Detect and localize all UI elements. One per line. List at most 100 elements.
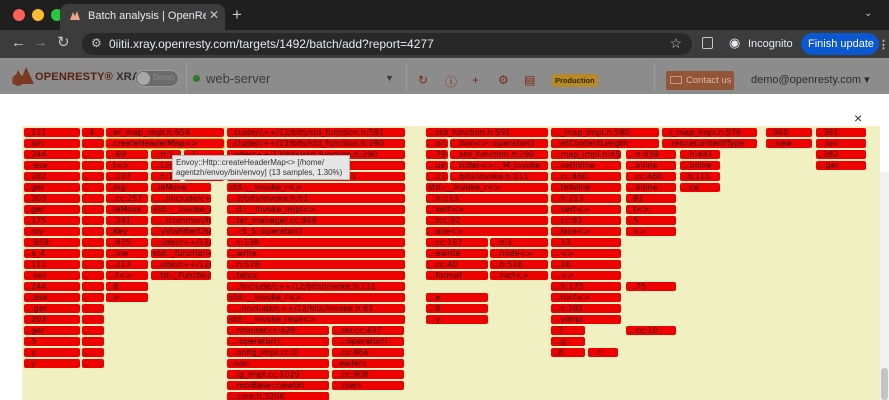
window-close-button[interactable] bbox=[13, 9, 25, 21]
finish-update-button[interactable]: Finish update ⋮ bbox=[801, 33, 889, 55]
flame-frame[interactable]: ..eaders bbox=[332, 359, 404, 368]
flame-frame[interactable]: .. bbox=[82, 172, 104, 181]
back-icon[interactable]: ← bbox=[11, 34, 26, 51]
flame-frame[interactable]: ...241 bbox=[106, 216, 148, 225]
flame-frame[interactable]: ...c:102 bbox=[551, 304, 621, 313]
flame-frame[interactable]: ...core.h:3206 bbox=[227, 392, 329, 400]
flame-frame[interactable]: ...Inline bbox=[626, 183, 676, 192]
flame-frame[interactable]: ...ruct<> bbox=[490, 271, 548, 280]
flame-frame[interactable]: ...107 bbox=[106, 172, 148, 181]
flame-frame[interactable]: std::__invoke_r<> bbox=[227, 293, 405, 302]
window-minimize-button[interactable] bbox=[32, 9, 44, 21]
user-menu[interactable]: demo@openresty.com ▾ bbox=[751, 73, 870, 86]
flame-frame[interactable]: ..282 bbox=[816, 150, 866, 159]
flame-frame[interactable]: ...g bbox=[551, 337, 585, 346]
flame-frame[interactable]: ..244 bbox=[24, 150, 80, 159]
flame-frame[interactable]: ...cc:40 bbox=[426, 260, 488, 269]
flame-frame[interactable]: ...c:138 bbox=[227, 238, 405, 247]
flame-frame[interactable]: .. bbox=[82, 348, 104, 357]
flame-frame[interactable]: ...ter.cc:437 bbox=[332, 326, 404, 335]
flame-frame[interactable]: ...tcc:92 bbox=[426, 216, 548, 225]
flame-frame[interactable]: ...renceContentType bbox=[662, 139, 757, 148]
flame-frame[interactable]: ..203 bbox=[24, 194, 80, 203]
flame-frame[interactable]: ...r/router.cc:428 bbox=[227, 326, 329, 335]
bookmark-star-icon[interactable]: ☆ bbox=[669, 35, 682, 52]
flame-frame[interactable]: ...16 bbox=[551, 260, 621, 269]
side-panel-icon[interactable] bbox=[702, 37, 713, 49]
flame-frame[interactable]: ..../include/c++/12/bits/invoke.h:111 bbox=[227, 282, 405, 291]
flame-frame[interactable]: ...cc:92 bbox=[551, 216, 621, 225]
flame-frame[interactable]: ...../include/c++/12/bits/invoke.h:61 bbox=[227, 304, 405, 313]
tab-search-chevron-icon[interactable]: ⌄ bbox=[864, 8, 872, 19]
modal-scrollbar[interactable] bbox=[880, 172, 889, 400]
flame-frame[interactable]: .. bbox=[82, 260, 104, 269]
flame-frame[interactable]: ...setInline bbox=[551, 161, 621, 170]
flame-frame[interactable]: ..roy bbox=[24, 227, 80, 236]
flame-frame[interactable]: ...lace<> bbox=[551, 227, 621, 236]
flame-frame[interactable]: ..h:111 bbox=[680, 172, 720, 181]
flame-frame[interactable]: ...h:439 bbox=[626, 150, 676, 159]
contact-us-button[interactable]: Contact us bbox=[666, 71, 734, 90]
flame-frame[interactable]: ..Key bbox=[106, 227, 148, 236]
flame-frame[interactable]: ...rsers bbox=[332, 381, 404, 390]
flame-frame[interactable]: ...h:1 bbox=[490, 238, 548, 247]
flame-frame[interactable]: ..y bbox=[24, 348, 80, 357]
info-icon[interactable]: ⓘ bbox=[445, 73, 457, 90]
flame-frame[interactable]: ...475 bbox=[106, 238, 148, 247]
flame-frame[interactable]: ...h:516 bbox=[490, 260, 548, 269]
flame-frame[interactable]: ...etContentLength bbox=[551, 139, 659, 148]
flame-frame[interactable]: ...sert<> bbox=[426, 205, 548, 214]
flame-frame[interactable]: ...std_function.h:591 bbox=[426, 128, 548, 137]
flame-frame[interactable]: ..282 bbox=[24, 172, 80, 181]
flame-frame[interactable]: ..7 bbox=[551, 326, 585, 335]
flame-frame[interactable]: ..ger bbox=[24, 205, 80, 214]
new-tab-icon[interactable]: + bbox=[232, 5, 242, 25]
flame-frame[interactable]: ...cc:864 bbox=[332, 348, 404, 357]
tab-close-icon[interactable]: ✕ bbox=[209, 8, 219, 22]
flame-frame[interactable]: ..111 bbox=[24, 260, 80, 269]
flame-frame[interactable]: ...::$_5::operator() bbox=[227, 227, 405, 236]
flame-frame[interactable]: ..5 bbox=[626, 216, 676, 225]
flame-frame[interactable]: std::__invoke_impl<> bbox=[151, 205, 211, 214]
flame-frame[interactable]: .. bbox=[82, 194, 104, 203]
flame-frame[interactable]: .. bbox=[82, 315, 104, 324]
flame-frame[interactable]: ...cc:257 bbox=[106, 194, 148, 203]
flame-frame[interactable]: .. bbox=[82, 359, 104, 368]
flame-frame[interactable]: ...2/bits/invoke.h:61 bbox=[227, 194, 405, 203]
demo-toggle[interactable]: Demo bbox=[135, 70, 179, 87]
browser-menu-icon[interactable]: ⋮ bbox=[878, 38, 889, 51]
flame-frame[interactable]: .. bbox=[82, 205, 104, 214]
add-icon[interactable]: + bbox=[472, 73, 479, 87]
flame-frame[interactable]: ...Inline bbox=[626, 161, 676, 170]
flame-frame[interactable]: ...on bbox=[426, 139, 448, 148]
flame-frame[interactable]: ..$_4 bbox=[24, 249, 80, 258]
flame-frame[interactable]: ...ude/c++/12/bits/std_function.h:591 bbox=[151, 238, 211, 247]
flame-frame[interactable]: ..175 bbox=[24, 216, 80, 225]
flame-frame[interactable]: ...h:213 bbox=[551, 194, 621, 203]
flame-frame[interactable]: ...sert<> bbox=[551, 205, 621, 214]
flame-frame[interactable]: ...cc:460 bbox=[551, 172, 621, 181]
flame-frame[interactable]: ..ger bbox=[24, 183, 80, 192]
flame-frame[interactable]: ...69 bbox=[106, 150, 148, 159]
flame-frame[interactable]: .. bbox=[82, 238, 104, 247]
flame-frame[interactable]: ..er_map_impl.h:654 bbox=[106, 128, 224, 137]
flame-frame[interactable]: ..8 bbox=[106, 282, 148, 291]
flame-frame[interactable]: ..4 bbox=[82, 128, 104, 137]
flame-frame[interactable]: ...y bbox=[426, 315, 488, 324]
flame-frame[interactable]: ...:operator() bbox=[227, 337, 329, 346]
flame-frame[interactable]: ..non bbox=[227, 359, 329, 368]
flame-frame[interactable]: ..ing bbox=[106, 183, 148, 192]
address-bar[interactable]: ⚙ 0iitii.xray.openresty.com/targets/1492… bbox=[82, 33, 692, 55]
flame-frame[interactable]: ...tatus bbox=[227, 271, 405, 280]
flame-frame[interactable]: ..iaMove bbox=[106, 205, 148, 214]
flame-frame[interactable]: .. bbox=[82, 161, 104, 170]
flame-frame[interactable]: ...std_function.h:290 bbox=[450, 150, 548, 159]
flame-frame[interactable]: ..t<> bbox=[106, 161, 148, 170]
flame-frame[interactable]: ..203 bbox=[24, 315, 80, 324]
flame-frame[interactable]: ...ter_manager.cc:969 bbox=[227, 216, 405, 225]
flame-frame[interactable]: ..createHeaderMap<> bbox=[105, 138, 225, 149]
flame-frame[interactable]: ...node<> bbox=[490, 249, 548, 258]
flame-frame[interactable]: ...75 bbox=[626, 282, 676, 291]
flame-frame[interactable]: ...<> bbox=[551, 249, 621, 258]
flame-frame[interactable]: ..111 bbox=[24, 128, 80, 137]
